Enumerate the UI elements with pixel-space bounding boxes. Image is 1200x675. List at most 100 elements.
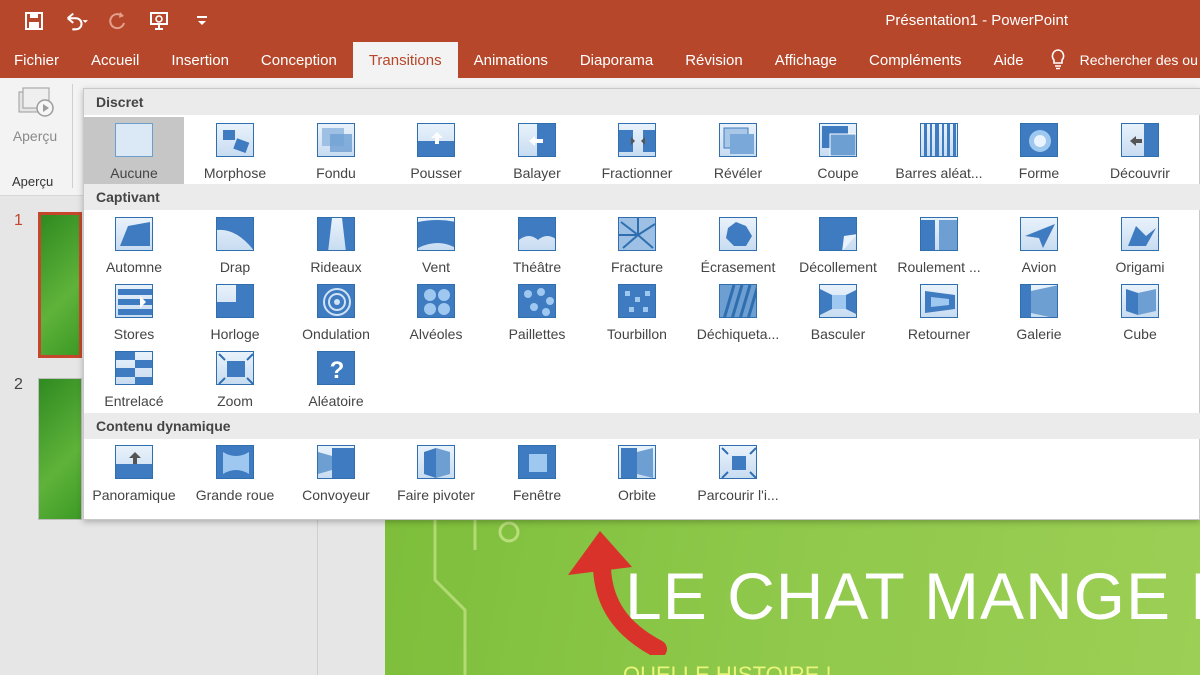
transition-ondulation[interactable]: Ondulation (286, 284, 386, 342)
transition-label: Orbite (617, 487, 657, 503)
tab-aide[interactable]: Aide (978, 42, 1040, 78)
transition-decollement[interactable]: Décollement (788, 217, 888, 275)
transition-label: Avion (1021, 259, 1057, 275)
wipe-icon (518, 123, 556, 157)
transition-fracture[interactable]: Fracture (587, 217, 687, 275)
transition-dechiquetage[interactable]: Déchiqueta... (688, 284, 788, 342)
ripple-icon (317, 284, 355, 318)
transition-paillettes[interactable]: Paillettes (487, 284, 587, 342)
transition-orbite[interactable]: Orbite (587, 445, 687, 503)
shred-icon (719, 284, 757, 318)
glitter-icon (518, 284, 556, 318)
transition-faire-pivoter[interactable]: Faire pivoter (386, 445, 486, 503)
tab-revision[interactable]: Révision (669, 42, 759, 78)
transition-theatre[interactable]: Théâtre (487, 217, 587, 275)
transition-convoyeur[interactable]: Convoyeur (286, 445, 386, 503)
tab-fichier[interactable]: Fichier (0, 42, 75, 78)
transition-panoramique[interactable]: Panoramique (84, 445, 184, 503)
transition-balayer[interactable]: Balayer (487, 123, 587, 181)
transition-basculer[interactable]: Basculer (788, 284, 888, 342)
transition-morphose[interactable]: Morphose (185, 123, 285, 181)
transition-label: Roulement ... (897, 259, 981, 275)
transition-aucune[interactable]: Aucune (84, 117, 184, 185)
tell-me-box[interactable]: Rechercher des ou (1040, 42, 1198, 78)
tab-accueil[interactable]: Accueil (75, 42, 155, 78)
transition-label: Convoyeur (302, 487, 370, 503)
slide-number-2: 2 (14, 376, 23, 393)
transition-reveler[interactable]: Révéler (688, 123, 788, 181)
redo-icon[interactable] (106, 9, 130, 33)
transition-fractionner[interactable]: Fractionner (587, 123, 687, 181)
transition-origami[interactable]: Origami (1090, 217, 1190, 275)
slide-canvas[interactable]: LE CHAT MANGE LA QUELLE HISTOIRE ! (385, 520, 1200, 675)
transition-roulement[interactable]: Roulement ... (889, 217, 989, 275)
transition-ecrasement[interactable]: Écrasement (688, 217, 788, 275)
transition-horloge[interactable]: Horloge (185, 284, 285, 342)
tab-complements[interactable]: Compléments (853, 42, 978, 78)
transition-aleatoire[interactable]: ? Aléatoire (286, 351, 386, 409)
push-icon (417, 123, 455, 157)
transition-label: Fenêtre (512, 487, 562, 503)
cube-icon (1121, 284, 1159, 318)
curtains-icon (317, 217, 355, 251)
transition-label: Paillettes (508, 326, 566, 342)
orbit-icon (618, 445, 656, 479)
cut-icon (819, 123, 857, 157)
present-icon[interactable] (148, 9, 172, 33)
transition-label: Origami (1115, 259, 1165, 275)
transition-label: Parcourir l'i... (697, 487, 779, 503)
tab-conception[interactable]: Conception (245, 42, 353, 78)
preview-label: Aperçu (12, 128, 58, 144)
slide-title[interactable]: LE CHAT MANGE LA (625, 558, 1200, 634)
section-header-contenu-dynamique: Contenu dynamique (84, 413, 1200, 439)
tab-transitions[interactable]: Transitions (352, 42, 458, 78)
transition-rideaux[interactable]: Rideaux (286, 217, 386, 275)
transition-retourner[interactable]: Retourner (889, 284, 989, 342)
transition-label: Déchiqueta... (696, 326, 780, 342)
transition-decouvrir[interactable]: Découvrir (1090, 123, 1190, 181)
transition-alveoles[interactable]: Alvéoles (386, 284, 486, 342)
slide-thumbnail-1[interactable] (38, 212, 82, 358)
slide-thumbnail-2[interactable] (38, 378, 82, 520)
transition-stores[interactable]: Stores (84, 284, 184, 342)
lightbulb-icon (1050, 48, 1066, 73)
transition-entrelace[interactable]: Entrelacé (84, 351, 184, 409)
transition-fenetre[interactable]: Fenêtre (487, 445, 587, 503)
transition-cube[interactable]: Cube (1090, 284, 1190, 342)
split-icon (618, 123, 656, 157)
preview-button[interactable]: Aperçu (8, 86, 62, 156)
morph-icon (216, 123, 254, 157)
tab-insertion[interactable]: Insertion (155, 42, 245, 78)
none-icon (115, 123, 153, 157)
transition-automne[interactable]: Automne (84, 217, 184, 275)
fade-icon (317, 123, 355, 157)
transition-label: Basculer (810, 326, 866, 342)
transition-forme[interactable]: Forme (989, 123, 1089, 181)
ribbon-separator (72, 84, 73, 188)
transition-label: Décollement (799, 259, 877, 275)
tab-affichage[interactable]: Affichage (759, 42, 853, 78)
transition-label: Horloge (210, 326, 260, 342)
transition-tourbillon[interactable]: Tourbillon (587, 284, 687, 342)
save-icon[interactable] (22, 9, 46, 33)
transition-barres-aleatoires[interactable]: Barres aléat... (889, 123, 989, 181)
transition-avion[interactable]: Avion (989, 217, 1089, 275)
circuit-decoration (433, 520, 520, 675)
transition-fondu[interactable]: Fondu (286, 123, 386, 181)
tab-diaporama[interactable]: Diaporama (564, 42, 669, 78)
undo-icon[interactable] (64, 9, 88, 33)
slide-subtitle[interactable]: QUELLE HISTOIRE ! (623, 662, 832, 675)
transition-parcourir[interactable]: Parcourir l'i... (688, 445, 788, 503)
transition-grande-roue[interactable]: Grande roue (185, 445, 285, 503)
transition-label: Coupe (817, 165, 859, 181)
transition-vent[interactable]: Vent (386, 217, 486, 275)
transition-coupe[interactable]: Coupe (788, 123, 888, 181)
tab-animations[interactable]: Animations (458, 42, 564, 78)
transition-zoom[interactable]: Zoom (185, 351, 285, 409)
transition-galerie[interactable]: Galerie (989, 284, 1089, 342)
transition-pousser[interactable]: Pousser (386, 123, 486, 181)
quick-access-toolbar (22, 9, 214, 33)
transition-drap[interactable]: Drap (185, 217, 285, 275)
pan-icon (115, 445, 153, 479)
customize-icon[interactable] (190, 9, 214, 33)
